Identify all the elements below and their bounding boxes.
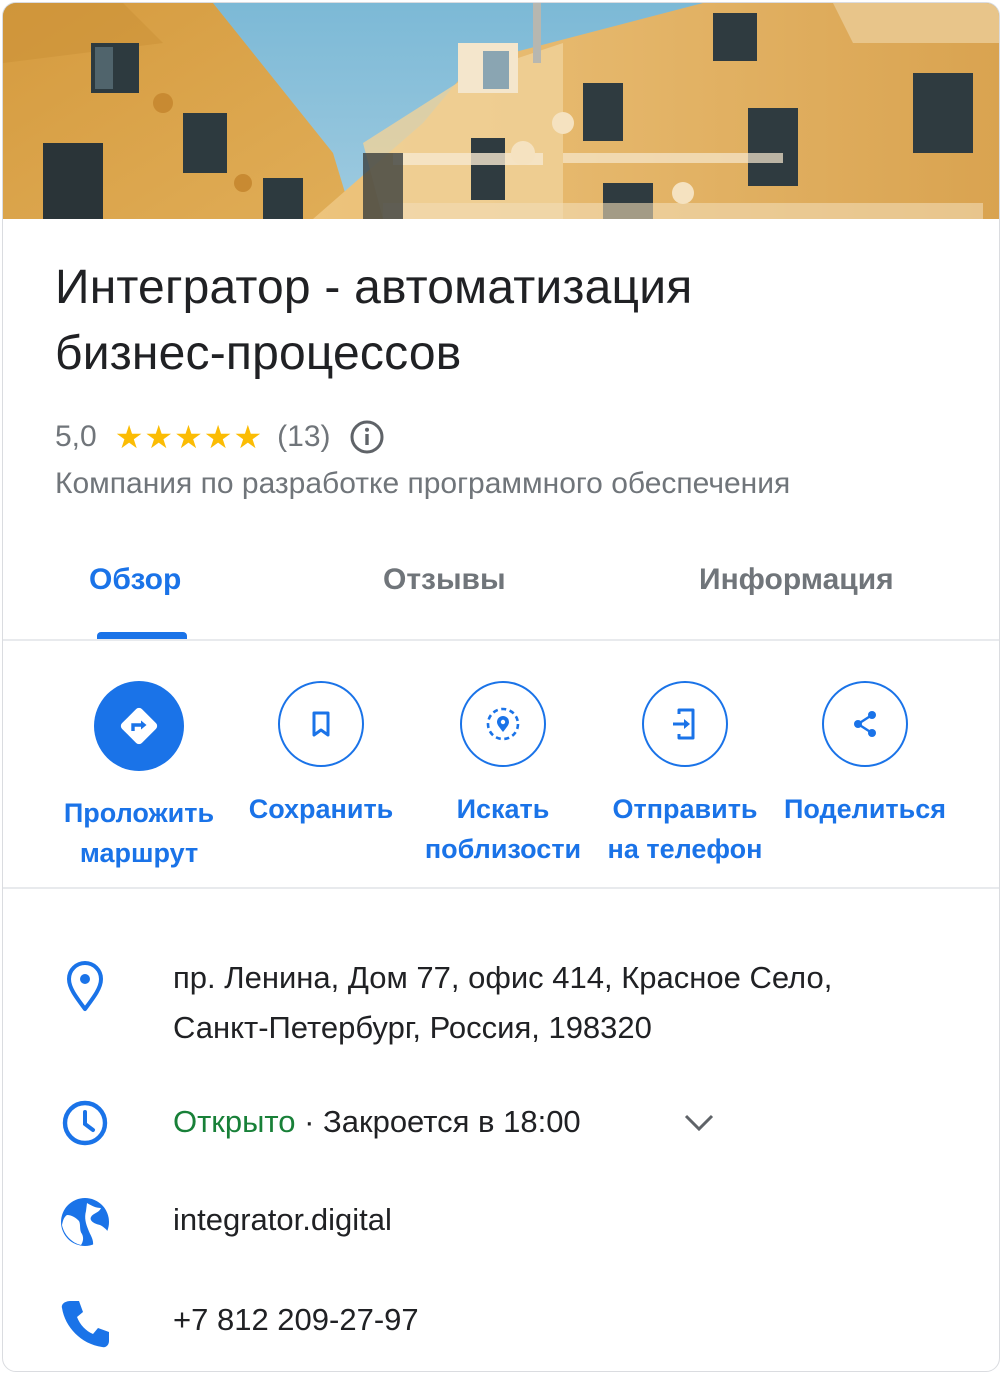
hours-status: Открыто: [173, 1104, 296, 1139]
place-category: Компания по разработке программного обес…: [55, 467, 791, 500]
location-pin-icon: [67, 961, 103, 1011]
share-button[interactable]: Поделиться: [775, 681, 955, 829]
send-to-phone-label: Отправить на телефон: [607, 794, 763, 864]
place-title-line2: бизнес-процессов: [55, 327, 462, 380]
save-circle: [278, 681, 364, 767]
tab-overview[interactable]: Обзор: [89, 563, 181, 597]
send-to-phone-button[interactable]: Отправить на телефон: [595, 681, 775, 869]
hours-closing: · Закроется в 18:00: [295, 1104, 581, 1139]
send-to-phone-icon: [673, 708, 695, 740]
globe-icon: [61, 1198, 109, 1246]
nearby-circle: [460, 681, 546, 767]
place-card: Интегратор - автоматизация бизнес-процес…: [2, 2, 1000, 1372]
tab-reviews[interactable]: Отзывы: [383, 563, 506, 597]
hours-row[interactable]: Открыто · Закроется в 18:00: [3, 1097, 999, 1151]
actions-divider: [3, 887, 999, 889]
directions-icon: [120, 707, 158, 745]
action-buttons: Проложить маршрут Сохранить Искать побли…: [3, 651, 999, 881]
hours-text: Открыто · Закроется в 18:00: [173, 1097, 581, 1147]
save-button[interactable]: Сохранить: [231, 681, 411, 829]
phone-icon: [61, 1301, 109, 1348]
bookmark-icon: [312, 711, 330, 737]
save-label: Сохранить: [248, 794, 394, 824]
info-icon[interactable]: [349, 419, 385, 455]
place-title: Интегратор - автоматизация бизнес-процес…: [55, 255, 955, 387]
rating-row: 5,0 ★★★★★ (13): [55, 417, 385, 457]
nearby-icon: [486, 707, 520, 741]
directions-button[interactable]: Проложить маршрут: [49, 681, 229, 873]
place-title-line1: Интегратор - автоматизация: [55, 261, 693, 314]
chevron-down-icon[interactable]: [681, 1111, 717, 1135]
share-icon: [854, 711, 876, 737]
send-to-phone-circle: [642, 681, 728, 767]
tab-bar: Обзор Отзывы Информация: [3, 543, 999, 639]
clock-icon: [62, 1100, 108, 1146]
address-text: пр. Ленина, Дом 77, офис 414, Красное Се…: [173, 953, 832, 1053]
tab-information[interactable]: Информация: [699, 563, 894, 597]
tabs-divider: [3, 639, 999, 641]
website-row[interactable]: integrator.digital: [3, 1195, 999, 1249]
search-nearby-label: Искать поблизости: [424, 794, 582, 864]
phone-number[interactable]: +7 812 209-27-97: [173, 1295, 419, 1345]
rating-stars: ★★★★★: [114, 419, 264, 455]
search-nearby-button[interactable]: Искать поблизости: [413, 681, 593, 869]
active-tab-indicator: [97, 632, 187, 639]
share-label: Поделиться: [783, 794, 947, 824]
website-link[interactable]: integrator.digital: [173, 1195, 392, 1245]
directions-label: Проложить маршрут: [63, 798, 215, 868]
address-line2: Санкт-Петербург, Россия, 198320: [173, 1010, 652, 1045]
review-count-link[interactable]: (13): [277, 420, 330, 454]
address-row[interactable]: пр. Ленина, Дом 77, офис 414, Красное Се…: [3, 953, 999, 1063]
share-circle: [822, 681, 908, 767]
phone-row[interactable]: +7 812 209-27-97: [3, 1295, 999, 1349]
directions-circle: [94, 681, 184, 771]
address-line1: пр. Ленина, Дом 77, офис 414, Красное Се…: [173, 960, 833, 995]
rating-value: 5,0: [55, 420, 97, 453]
place-photo[interactable]: [3, 3, 999, 219]
